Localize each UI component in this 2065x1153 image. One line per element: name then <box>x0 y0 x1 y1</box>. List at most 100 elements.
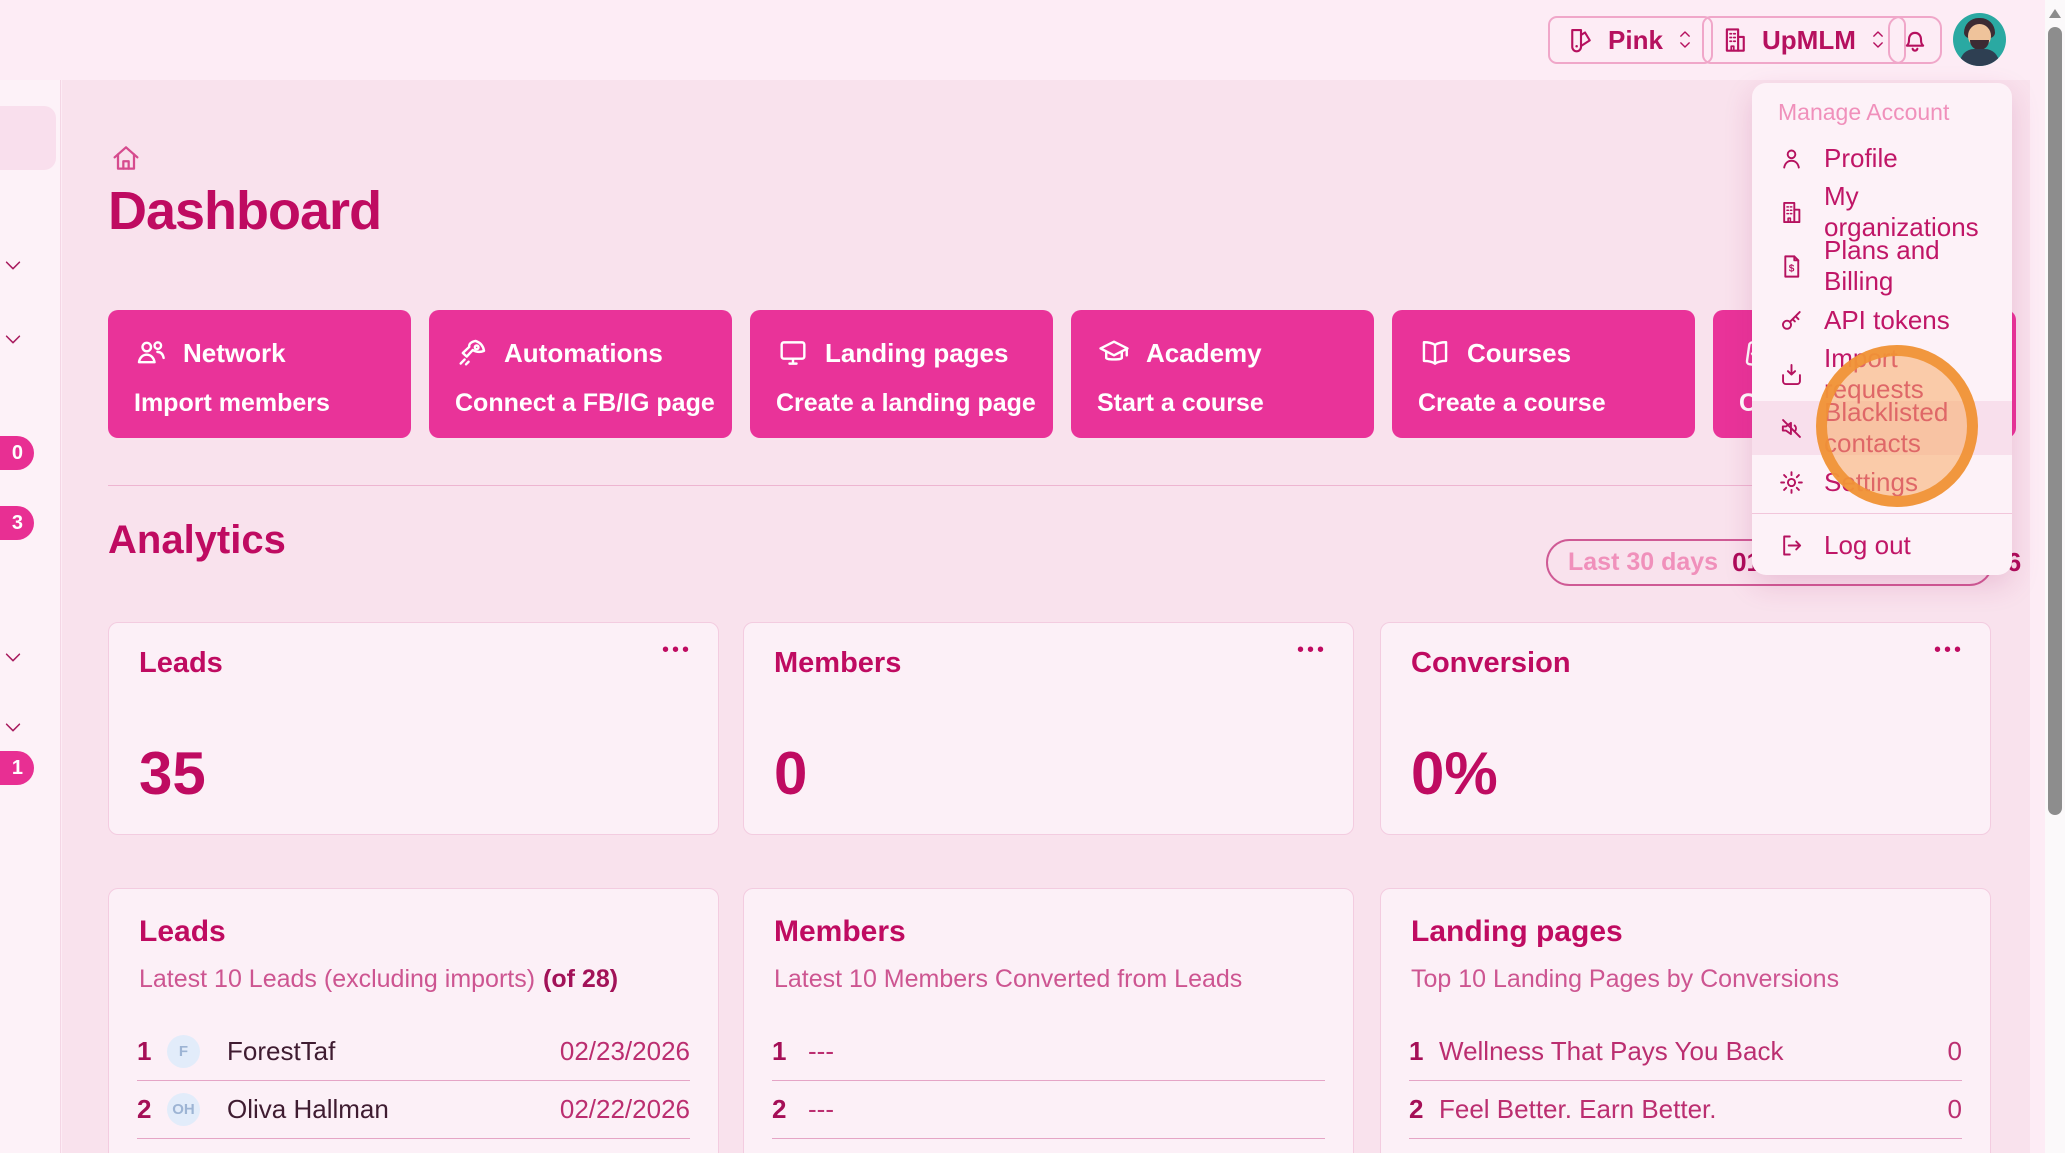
quick-action-label: Create a course <box>1418 389 1606 418</box>
member-row[interactable]: 2 --- <box>772 1081 1325 1139</box>
account-menu: Manage Account Profile My organizations … <box>1752 83 2012 575</box>
graduation-cap-icon <box>1097 336 1131 370</box>
menu-divider <box>1752 513 2012 514</box>
stat-card-leads: Leads ••• 35 <box>108 622 719 835</box>
theme-selector-label: Pink <box>1608 25 1663 56</box>
list-subtitle-text: Latest 10 Members Converted from Leads <box>774 965 1242 993</box>
row-rank: 2 <box>137 1094 167 1125</box>
chevron-down-icon[interactable] <box>2 716 24 738</box>
lead-name: ForestTaf <box>227 1036 335 1067</box>
landing-page-name: Wellness That Pays You Back <box>1439 1036 1783 1067</box>
list-card-landing-pages: Landing pages Top 10 Landing Pages by Co… <box>1380 888 1991 1153</box>
theme-selector[interactable]: Pink <box>1548 16 1713 64</box>
sidebar: 0 3 1 <box>0 80 61 1153</box>
landing-page-row[interactable]: 2 Feel Better. Earn Better. 0 <box>1409 1081 1962 1139</box>
menu-item-label: Profile <box>1824 143 1898 174</box>
avatar-shirt <box>1960 49 1999 66</box>
quick-action-automations[interactable]: Automations Connect a FB/IG page <box>429 310 732 438</box>
scrollbar-thumb[interactable] <box>2048 27 2062 815</box>
top-bar: Pink UpMLM <box>0 0 2045 80</box>
avatar-chip: F <box>167 1035 200 1068</box>
menu-item-settings[interactable]: Settings <box>1752 455 2012 509</box>
member-name: --- <box>808 1094 834 1125</box>
stat-card-conversion: Conversion ••• 0% <box>1380 622 1991 835</box>
stat-title: Conversion <box>1411 647 1571 680</box>
lead-name: Oliva Hallman <box>227 1094 389 1125</box>
sidebar-active-item[interactable] <box>0 106 56 170</box>
dashboard-screen: Pink UpMLM <box>0 0 2065 1153</box>
sidebar-count-badge: 3 <box>0 506 34 540</box>
organization-icon <box>1720 25 1750 55</box>
lead-row[interactable]: 2 OH Oliva Hallman 02/22/2026 <box>137 1081 690 1139</box>
quick-action-academy[interactable]: Academy Start a course <box>1071 310 1374 438</box>
list-card-members: Members Latest 10 Members Converted from… <box>743 888 1354 1153</box>
theme-swatch-icon <box>1566 25 1596 55</box>
menu-item-label: Log out <box>1824 530 1911 561</box>
quick-action-label: Create a landing page <box>776 389 1036 418</box>
card-menu-button[interactable]: ••• <box>662 639 692 662</box>
bell-icon <box>1900 25 1930 55</box>
list-title: Leads <box>139 915 226 949</box>
list-card-leads: Leads Latest 10 Leads (excluding imports… <box>108 888 719 1153</box>
page-title: Dashboard <box>108 180 381 242</box>
quick-action-landing-pages[interactable]: Landing pages Create a landing page <box>750 310 1053 438</box>
member-row[interactable]: 1 --- <box>772 1023 1325 1081</box>
lead-row[interactable]: 1 F ForestTaf 02/23/2026 <box>137 1023 690 1081</box>
stat-value: 0% <box>1411 739 1498 808</box>
people-icon <box>134 336 168 370</box>
list-subtitle-count: (of 28) <box>543 965 618 993</box>
row-rank: 1 <box>137 1036 167 1067</box>
menu-item-import-requests[interactable]: Import requests <box>1752 347 2012 401</box>
card-menu-button[interactable]: ••• <box>1297 639 1327 662</box>
landing-page-conversions: 0 <box>1948 1036 1962 1067</box>
open-book-icon <box>1418 336 1452 370</box>
chevron-down-icon[interactable] <box>2 646 24 668</box>
date-preset-label: Last 30 days <box>1568 548 1718 577</box>
chevron-down-icon[interactable] <box>2 328 24 350</box>
list-subtitle: Latest 10 Members Converted from Leads <box>774 965 1242 994</box>
quick-action-title: Courses <box>1467 338 1571 369</box>
quick-action-title: Academy <box>1146 338 1262 369</box>
quick-action-title: Automations <box>504 338 663 369</box>
landing-page-row[interactable]: 1 Wellness That Pays You Back 0 <box>1409 1023 1962 1081</box>
organization-selector[interactable]: UpMLM <box>1702 16 1906 64</box>
quick-action-label: Import members <box>134 389 330 418</box>
card-menu-button[interactable]: ••• <box>1934 639 1964 662</box>
menu-item-api-tokens[interactable]: API tokens <box>1752 293 2012 347</box>
account-menu-header: Manage Account <box>1778 99 1949 126</box>
notifications-button[interactable] <box>1888 16 1942 64</box>
quick-action-network[interactable]: Network Import members <box>108 310 411 438</box>
gear-icon <box>1778 469 1805 496</box>
user-avatar[interactable] <box>1953 13 2006 66</box>
menu-item-my-organizations[interactable]: My organizations <box>1752 185 2012 239</box>
scrollbar-up-arrow[interactable] <box>2049 9 2061 18</box>
menu-item-log-out[interactable]: Log out <box>1752 518 2012 572</box>
rocket-icon <box>455 336 489 370</box>
lead-date: 02/22/2026 <box>560 1094 690 1125</box>
menu-item-plans-billing[interactable]: $ Plans and Billing <box>1752 239 2012 293</box>
quick-action-courses[interactable]: Courses Create a course <box>1392 310 1695 438</box>
menu-item-label: Settings <box>1824 467 1918 498</box>
menu-item-label: Import requests <box>1824 343 1986 405</box>
section-divider <box>108 485 2010 486</box>
menu-item-profile[interactable]: Profile <box>1752 131 2012 185</box>
quick-action-title: Network <box>183 338 286 369</box>
menu-item-label: My organizations <box>1824 181 1986 243</box>
stat-title: Members <box>774 647 901 680</box>
megaphone-off-icon <box>1778 415 1805 442</box>
home-breadcrumb-icon[interactable] <box>110 142 142 174</box>
row-rank: 1 <box>1409 1036 1439 1067</box>
landing-page-conversions: 0 <box>1948 1094 1962 1125</box>
quick-action-label: Start a course <box>1097 389 1264 418</box>
vertical-scrollbar[interactable] <box>2045 0 2065 1153</box>
stat-card-members: Members ••• 0 <box>743 622 1354 835</box>
menu-item-blacklisted-contacts[interactable]: Blacklisted contacts <box>1752 401 2012 455</box>
row-rank: 2 <box>1409 1094 1439 1125</box>
chevron-down-icon[interactable] <box>2 254 24 276</box>
logout-icon <box>1778 532 1805 559</box>
stat-value: 35 <box>139 739 206 808</box>
organization-selector-label: UpMLM <box>1762 25 1856 56</box>
list-subtitle-text: Top 10 Landing Pages by Conversions <box>1411 965 1839 993</box>
profile-icon <box>1778 145 1805 172</box>
sidebar-count-badge: 1 <box>0 751 34 785</box>
